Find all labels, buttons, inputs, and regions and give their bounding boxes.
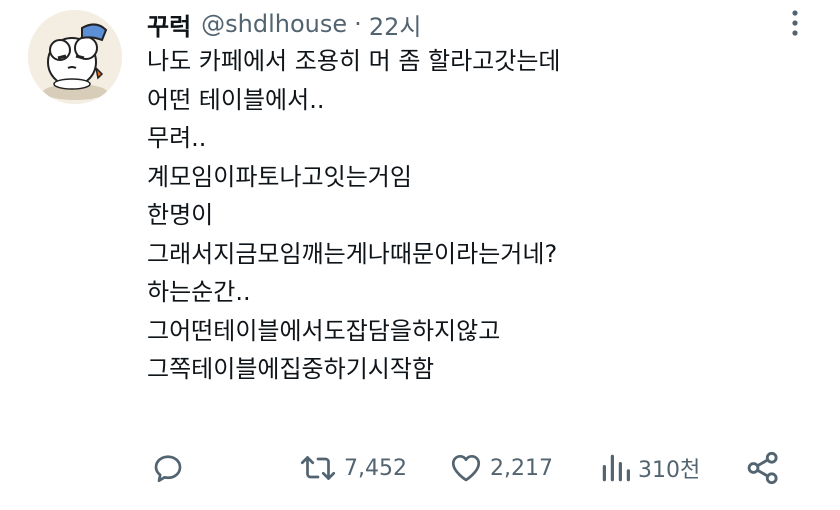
retweet-count: 7,452 [344, 455, 407, 481]
tweet-line: 한명이 [147, 201, 214, 229]
like-button[interactable]: 2,217 [448, 440, 553, 496]
heart-icon [451, 454, 481, 482]
tweet-line: 나도 카페에서 조용히 머 좀 할라고갓는데 [147, 47, 561, 75]
tweet-line: 계모임이파토나고잇는거임 [147, 162, 412, 191]
retweet-button[interactable]: 7,452 [298, 440, 407, 496]
reply-button[interactable] [150, 440, 186, 496]
tweet-header: 꾸럭 @shdlhouse · 22시 [147, 7, 422, 42]
reply-icon [154, 455, 182, 483]
share-icon [747, 451, 778, 485]
timestamp[interactable]: 22시 [369, 7, 422, 42]
user-handle[interactable]: @shdlhouse [201, 10, 347, 38]
tweet-line: 그래서지금모임깨는게나때문이라는거네? [147, 239, 558, 268]
retweet-icon [300, 456, 336, 480]
tweet-line: 어떤 테이블에서.. [147, 85, 325, 114]
tweet-line: 그쪽테이블에집중하기시작함 [147, 355, 435, 383]
tweet-line: 무려.. [147, 124, 207, 152]
display-name[interactable]: 꾸럭 [147, 7, 191, 42]
share-button[interactable] [744, 440, 782, 496]
tweet-line: 하는순간.. [147, 278, 251, 306]
more-vertical-icon [792, 10, 798, 36]
like-count: 2,217 [490, 455, 553, 481]
views-button[interactable]: 310천 [600, 440, 700, 496]
avatar[interactable] [28, 10, 122, 104]
more-options-button[interactable] [784, 8, 806, 38]
views-count: 310천 [638, 458, 701, 483]
tweet-line: 그어떤테이블에서도잡담을하지않고 [147, 316, 501, 345]
separator-dot: · [354, 10, 362, 38]
avatar-illustration [28, 10, 122, 104]
action-bar: 7,452 2,217 310천 [0, 440, 840, 500]
tweet-text: 나도 카페에서 조용히 머 좀 할라고갓는데 어떤 테이블에서.. 무려.. 계… [147, 42, 561, 389]
bar-chart-icon [602, 454, 630, 482]
